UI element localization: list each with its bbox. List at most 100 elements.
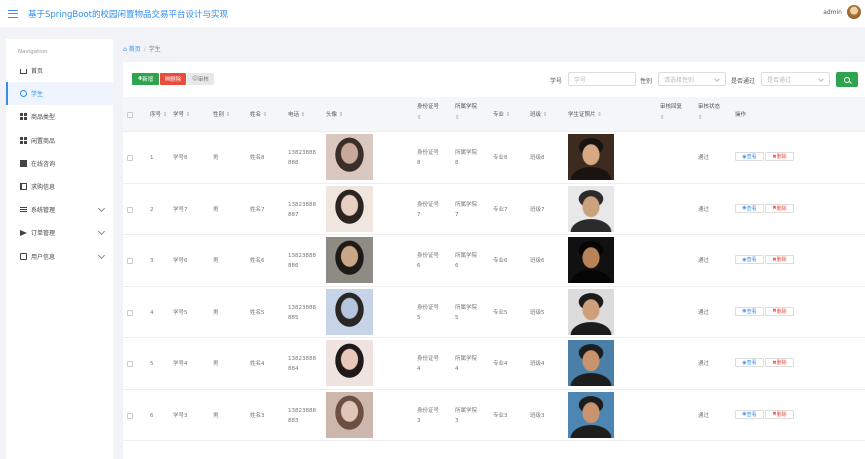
cell-index: 6: [150, 412, 154, 419]
cell-audit-status: 通过: [698, 155, 710, 161]
grid-icon: [20, 113, 27, 121]
row-checkbox[interactable]: [127, 258, 133, 264]
table-body: 1 学号8 男 姓名8 13823888 888 身份证号 8 所属学院 8 专业8 班级8 通过 ◉ 查…: [123, 132, 865, 441]
cell-major: 专业5: [493, 309, 508, 316]
view-button[interactable]: ◉ 查看: [735, 409, 764, 419]
sidebar-item-home[interactable]: 首页: [6, 59, 113, 82]
col-audit-reply[interactable]: 审核回复 ⇕: [660, 102, 682, 124]
row-checkbox[interactable]: [127, 412, 133, 419]
student-card-photo[interactable]: [568, 134, 614, 180]
delete-row-button[interactable]: ✖ 删除: [765, 306, 794, 316]
view-button[interactable]: ◉ 查看: [735, 152, 764, 161]
table-row: 1 学号8 男 姓名8 13823888 888 身份证号 8 所属学院 8 专业8 班级8 通过 ◉ 查…: [123, 132, 865, 184]
avatar-image[interactable]: [326, 391, 373, 438]
user-area[interactable]: admin: [823, 5, 861, 19]
chevron-down-icon: [818, 76, 824, 82]
sidebar-item-wanted[interactable]: 求购信息: [6, 175, 113, 198]
student-card-photo[interactable]: [568, 288, 614, 335]
row-checkbox[interactable]: [127, 361, 133, 367]
row-checkbox[interactable]: [127, 206, 133, 213]
breadcrumb-home[interactable]: ⌂ 首页: [123, 46, 141, 53]
table-row: 6 学号3 男 姓名3 13823888 883 身份证号 3 所属学院 3 专业3 班级3 通过 ◉ 查…: [123, 390, 865, 441]
approved-filter-select[interactable]: 是否通过: [761, 72, 830, 86]
cell-name: 姓名8: [250, 155, 265, 161]
student-card-photo[interactable]: [568, 237, 614, 283]
student-card-photo[interactable]: [568, 340, 614, 386]
search-button[interactable]: [836, 72, 858, 87]
avatar-image[interactable]: [326, 185, 373, 232]
student-id-filter-input[interactable]: 学号: [568, 72, 636, 86]
cell-index: 4: [150, 309, 154, 316]
view-button[interactable]: ◉ 查看: [735, 255, 764, 264]
row-checkbox[interactable]: [127, 309, 133, 316]
send-icon: [20, 229, 27, 236]
student-card-photo[interactable]: [568, 391, 614, 438]
cell-student-id: 学号6: [173, 258, 188, 264]
select-all-checkbox[interactable]: [127, 112, 133, 118]
cell-id-card: 身份证号 8: [417, 150, 440, 166]
avatar-image[interactable]: [326, 288, 373, 335]
cell-college: 所属学院 3: [455, 407, 478, 424]
cell-major: 专业7: [493, 206, 508, 213]
sidebar-item-idle-goods[interactable]: 闲置商品: [6, 129, 113, 152]
cell-student-id: 学号3: [173, 412, 188, 419]
student-table: 序号 ⇕ 学号 ⇕ 性别 ⇕ 姓名 ⇕ 电话 ⇕ 头像 ⇕ 身份证号 ⇕ 所属学院…: [123, 97, 865, 441]
col-audit-status[interactable]: 审核状态 ⇕: [698, 102, 720, 124]
col-name[interactable]: 姓名 ⇕: [250, 110, 267, 121]
sidebar-item-categories[interactable]: 商品类型: [6, 105, 113, 128]
user-name[interactable]: admin: [823, 9, 842, 16]
toolbar: ✚ 新增 ▤ 删除 ☺ 审核 学号 学号 性别 请选择性别 是否通过 是否通过: [123, 62, 865, 97]
col-id-card[interactable]: 身份证号 ⇕: [417, 102, 439, 124]
delete-row-button[interactable]: ✖ 删除: [765, 152, 794, 161]
cell-phone: 13823888 886: [288, 253, 316, 269]
col-class[interactable]: 班级 ⇕: [530, 110, 547, 121]
avatar-image[interactable]: [326, 340, 373, 386]
col-major[interactable]: 专业 ⇕: [493, 110, 510, 121]
student-card-photo[interactable]: [568, 185, 614, 232]
sidebar-item-consult[interactable]: 在线咨询: [6, 152, 113, 175]
cell-class: 班级8: [530, 155, 545, 161]
sidebar-item-user-info[interactable]: 用户信息: [6, 245, 113, 268]
delete-row-button[interactable]: ✖ 删除: [765, 203, 794, 213]
cell-audit-status: 通过: [698, 309, 710, 316]
audit-button[interactable]: ☺ 审核: [187, 73, 214, 85]
cell-index: 1: [150, 155, 154, 161]
cell-phone: 13823888 883: [288, 407, 316, 424]
col-avatar[interactable]: 头像 ⇕: [326, 110, 343, 121]
avatar-image[interactable]: [326, 237, 373, 283]
delete-row-button[interactable]: ✖ 删除: [765, 255, 794, 264]
user-avatar[interactable]: [847, 5, 861, 19]
col-college[interactable]: 所属学院 ⇕: [455, 102, 477, 124]
cell-college: 所属学院 6: [455, 253, 478, 269]
hamburger-menu-icon[interactable]: [8, 9, 18, 18]
sidebar-item-system[interactable]: 系统管理: [6, 198, 113, 221]
sidebar-item-students[interactable]: 学生: [6, 82, 113, 106]
col-phone[interactable]: 电话 ⇕: [288, 110, 305, 121]
avatar-image[interactable]: [326, 134, 373, 180]
sidebar-item-orders[interactable]: 订单管理: [6, 221, 113, 244]
cell-major: 专业6: [493, 258, 508, 264]
cell-gender: 男: [213, 361, 219, 367]
view-button[interactable]: ◉ 查看: [735, 306, 764, 316]
content-panel: ✚ 新增 ▤ 删除 ☺ 审核 学号 学号 性别 请选择性别 是否通过 是否通过 …: [123, 62, 865, 459]
col-student-photo[interactable]: 学生证照片 ⇕: [568, 110, 602, 121]
cell-name: 姓名4: [250, 361, 265, 367]
delete-row-button[interactable]: ✖ 删除: [765, 358, 794, 367]
col-index[interactable]: 序号 ⇕: [150, 110, 167, 121]
add-button[interactable]: ✚ 新增: [132, 73, 159, 85]
cell-gender: 男: [213, 155, 219, 161]
delete-row-button[interactable]: ✖ 删除: [765, 409, 794, 419]
cell-id-card: 身份证号 5: [417, 304, 440, 321]
col-gender[interactable]: 性别 ⇕: [213, 110, 230, 121]
view-button[interactable]: ◉ 查看: [735, 358, 764, 367]
delete-button[interactable]: ▤ 删除: [160, 73, 186, 85]
col-student-id[interactable]: 学号 ⇕: [173, 110, 190, 121]
search-icon: [844, 76, 850, 83]
cell-name: 姓名7: [250, 206, 265, 213]
row-checkbox[interactable]: [127, 155, 133, 161]
gender-filter-select[interactable]: 请选择性别: [658, 72, 726, 86]
view-button[interactable]: ◉ 查看: [735, 203, 764, 213]
cell-phone: 13823888 884: [288, 356, 316, 372]
cell-audit-status: 通过: [698, 206, 710, 213]
cell-id-card: 身份证号 7: [417, 201, 440, 218]
